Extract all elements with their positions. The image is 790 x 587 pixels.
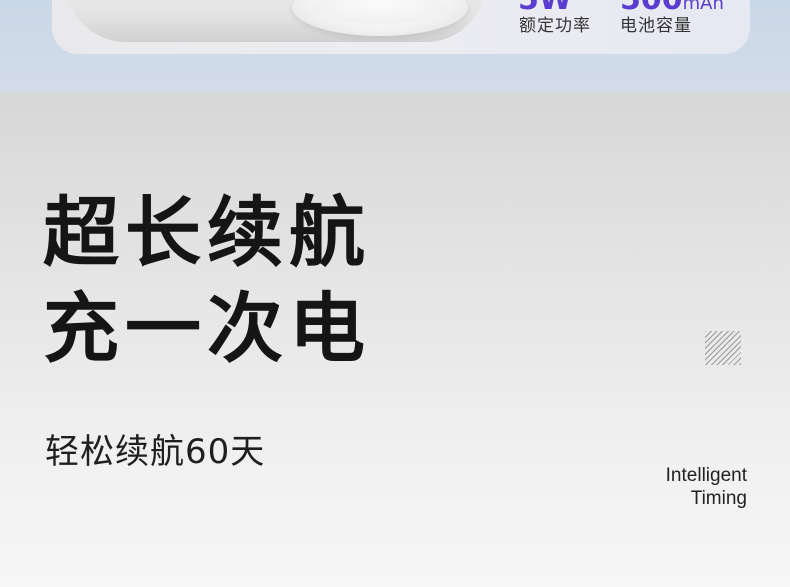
spec-power-label: 额定功率 <box>519 16 591 36</box>
hatch-decoration <box>705 331 741 365</box>
headline-line-1: 超长续航 <box>43 188 371 277</box>
english-tag-line-2: Timing <box>690 488 747 509</box>
english-tag-line-1: Intelligent <box>665 465 747 486</box>
headline-line-2: 充一次电 <box>43 284 371 373</box>
subheadline: 轻松续航60天 <box>45 432 266 472</box>
spec-battery-label: 电池容量 <box>620 16 692 36</box>
